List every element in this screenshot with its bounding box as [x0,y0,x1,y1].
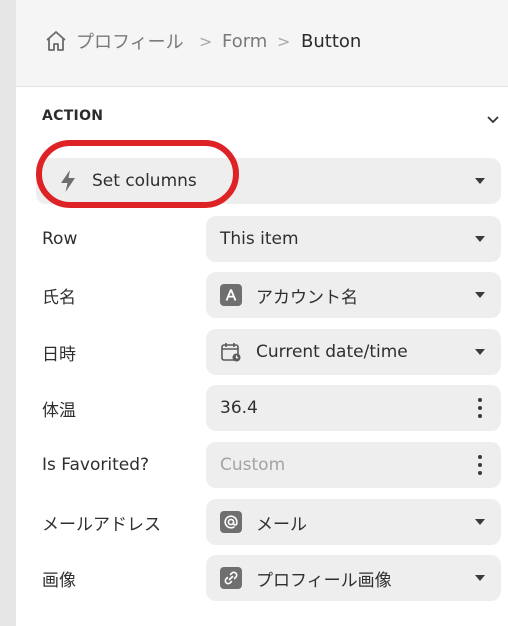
breadcrumb-item-form[interactable]: Form [222,28,267,54]
more-options-icon[interactable] [478,398,482,418]
column-label-temperature: 体温 [42,400,76,421]
column-value-row[interactable]: This item [206,216,501,262]
calendar-icon [220,341,242,363]
caret-down-icon [475,575,485,581]
breadcrumb-separator: > [199,31,213,51]
column-value-name[interactable]: アカウント名 [206,272,501,318]
caret-down-icon [475,178,485,184]
section-title-action: ACTION [42,108,104,124]
column-label-row: Row [42,229,78,249]
breadcrumb-item-profile[interactable]: プロフィール [76,28,184,54]
column-value-datetime[interactable]: Current date/time [206,329,501,375]
column-label-email: メールアドレス [42,514,161,535]
text-type-icon [220,284,242,306]
column-label-name: 氏名 [42,287,76,308]
column-label-datetime: 日時 [42,344,76,365]
caret-down-icon [475,519,485,525]
left-edge [0,0,16,626]
breadcrumb-item-current: Button [301,30,362,52]
column-value-placeholder: Custom [220,455,286,475]
column-value-text: This item [220,229,299,249]
side-panel: プロフィール > Form > Button ACTION Set column… [16,0,508,626]
annotation-highlight-circle [36,140,239,208]
caret-down-icon [475,292,485,298]
column-value-text: メール [256,514,307,535]
column-label-is-favorited: Is Favorited? [42,455,150,475]
column-label-image: 画像 [42,570,76,591]
at-sign-icon [220,511,242,533]
home-icon[interactable] [44,28,70,54]
column-value-text: Current date/time [256,342,408,362]
chevron-down-icon[interactable] [484,110,502,128]
link-icon [220,567,242,589]
caret-down-icon [475,236,485,242]
more-options-icon[interactable] [478,455,482,475]
column-value-image[interactable]: プロフィール画像 [206,555,501,601]
column-value-email[interactable]: メール [206,499,501,545]
column-value-is-favorited[interactable]: Custom [206,442,501,488]
column-value-text: 36.4 [220,398,258,418]
column-value-text: プロフィール画像 [256,570,392,591]
breadcrumb: プロフィール > Form > Button [16,0,508,87]
breadcrumb-separator: > [277,31,291,51]
column-value-text: アカウント名 [256,287,358,308]
caret-down-icon [475,349,485,355]
column-value-temperature[interactable]: 36.4 [206,385,501,431]
